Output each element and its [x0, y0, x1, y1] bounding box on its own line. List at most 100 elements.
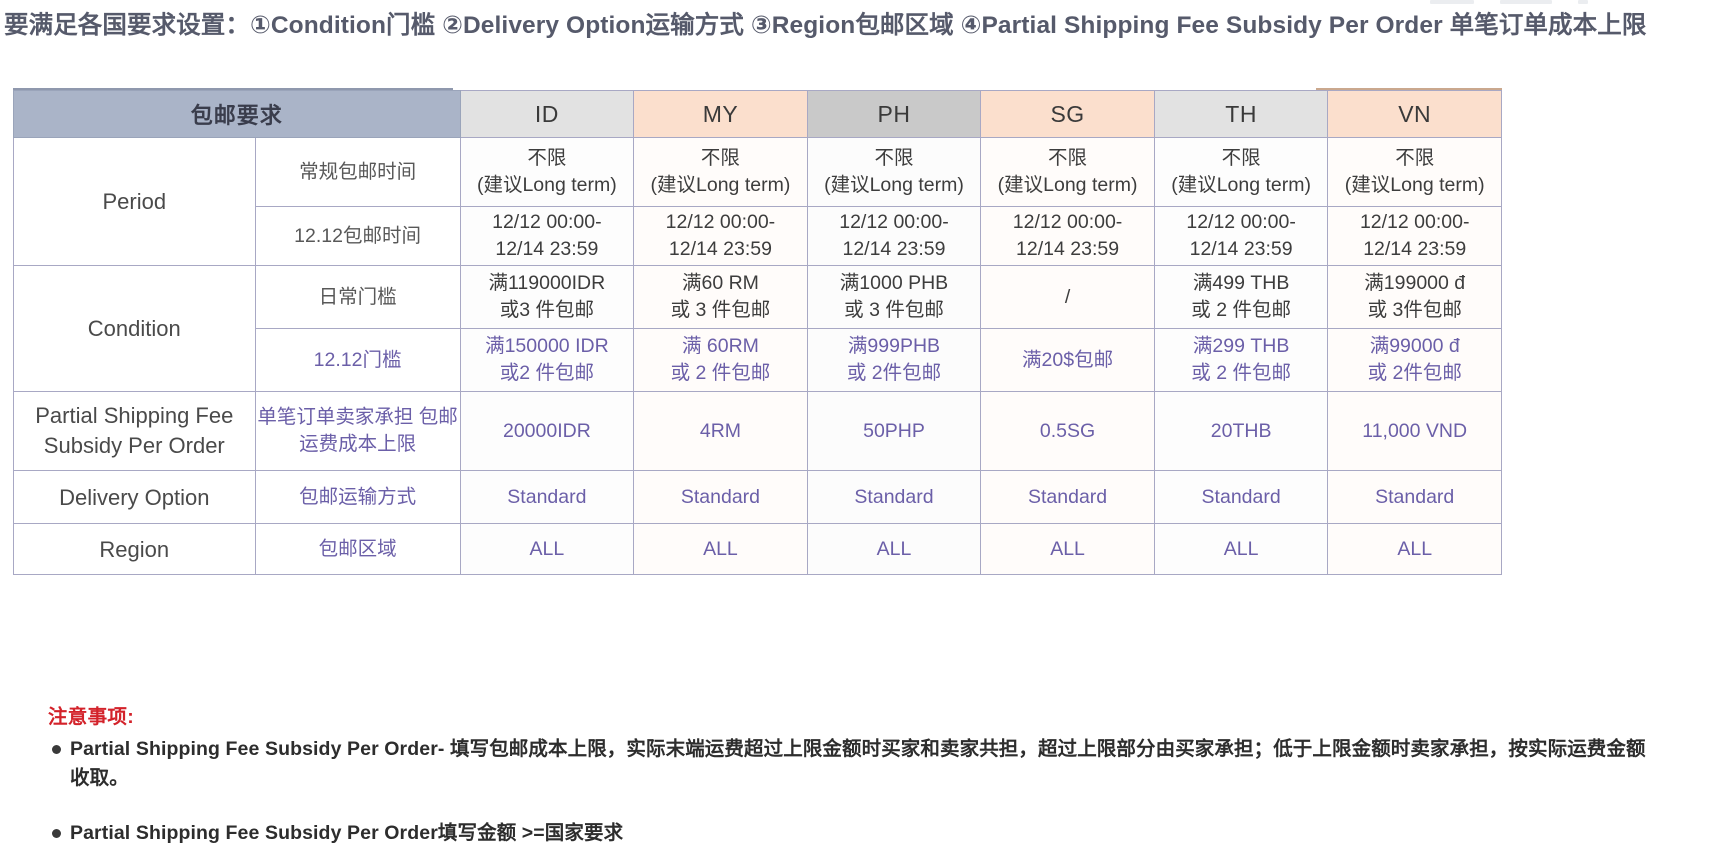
table-row: Region 包邮区域 ALL ALL ALL ALL ALL ALL — [13, 523, 1502, 575]
cell-line: (建议Long term) — [824, 174, 964, 196]
cell-line: 或 2件包邮 — [1367, 362, 1462, 384]
cell-line: ALL — [876, 537, 912, 560]
cell-my: 不限 (建议Long term) — [633, 137, 808, 207]
cell-line: (建议Long term) — [1171, 174, 1312, 196]
row-sub-label: 单笔订单卖家承担 包邮运费成本上限 — [254, 391, 461, 471]
cell-line: 不限 — [1048, 147, 1088, 169]
cell-vn: Standard — [1327, 470, 1502, 524]
cell-line: 12/14 23:59 — [842, 238, 946, 260]
cell-line: 满199000 đ — [1364, 272, 1466, 294]
cell-th: Standard — [1153, 470, 1329, 524]
cell-line: Standard — [1375, 485, 1455, 508]
column-header-ph: PH — [806, 90, 982, 138]
cell-line: 或 3件包邮 — [1367, 299, 1462, 321]
cell-my: Standard — [633, 470, 808, 524]
cell-sg: ALL — [980, 523, 1155, 575]
cell-vn: 12/12 00:00- 12/14 23:59 — [1327, 206, 1502, 266]
cell-line: 0.5SG — [1039, 419, 1096, 442]
cell-line: 20000IDR — [502, 419, 591, 442]
cell-vn: 不限 (建议Long term) — [1327, 137, 1502, 207]
cell-line: 或 2 件包邮 — [670, 362, 771, 384]
cell-ph: ALL — [806, 523, 982, 575]
cell-line: 满999PHB — [847, 335, 941, 357]
cell-sg: / — [980, 265, 1155, 329]
cell-line: 不限 — [700, 147, 740, 169]
shipping-requirements-table-wrapper: 包邮要求 ID MY PH SG TH VN Period 常规包邮时间 不限 (建议Long te… — [13, 90, 1502, 575]
cell-line: 12/12 00:00- — [665, 211, 776, 233]
row-sub-label: 12.12门槛 — [254, 328, 461, 392]
cell-line: Standard — [507, 485, 587, 508]
cell-ph: 12/12 00:00- 12/14 23:59 — [806, 206, 982, 266]
cell-line: 满20$包邮 — [1022, 348, 1114, 371]
cell-my: 12/12 00:00- 12/14 23:59 — [633, 206, 808, 266]
cell-sg: 不限 (建议Long term) — [980, 137, 1155, 207]
shipping-requirements-table: 包邮要求 ID MY PH SG TH VN Period 常规包邮时间 不限 (建议Long te… — [13, 90, 1502, 575]
cell-line: 11,000 VND — [1362, 419, 1468, 442]
cell-my: 4RM — [633, 391, 808, 471]
cell-sg: Standard — [980, 470, 1155, 524]
cell-line: 满 60RM — [681, 335, 759, 357]
cell-line: 不限 — [527, 147, 567, 169]
cell-line: 满60 RM — [681, 272, 759, 294]
cell-line: 或3 件包邮 — [499, 299, 594, 321]
cell-line: 或 2件包邮 — [846, 362, 942, 384]
cell-ph: 满999PHB 或 2件包邮 — [806, 328, 982, 392]
cell-sg: 0.5SG — [980, 391, 1155, 471]
cell-line: ALL — [1223, 537, 1259, 560]
column-header-id: ID — [459, 90, 635, 138]
cell-line: 12/14 23:59 — [1363, 238, 1467, 260]
cell-my: 满60 RM 或 3 件包邮 — [633, 265, 808, 329]
cell-line: 12/12 00:00- — [1359, 211, 1470, 233]
notes-section: 注意事项: Partial Shipping Fee Subsidy Per O… — [48, 700, 1648, 848]
column-header-vn: VN — [1327, 90, 1502, 138]
notes-title: 注意事项: — [48, 706, 134, 728]
table-row: Delivery Option 包邮运输方式 Standard Standard Sta… — [13, 470, 1502, 524]
cell-line: 满119000IDR — [488, 272, 606, 294]
cell-th: 20THB — [1153, 391, 1329, 471]
cell-id: Standard — [459, 470, 635, 524]
row-sub-label: 包邮区域 — [254, 523, 461, 575]
row-sub-label: 12.12包邮时间 — [254, 206, 461, 266]
artifact-bar-1 — [1430, 0, 1474, 4]
bullet-icon — [52, 829, 61, 838]
note-text: Partial Shipping Fee Subsidy Per Order- … — [70, 738, 1646, 789]
cell-line: / — [1064, 285, 1071, 308]
cell-sg: 12/12 00:00- 12/14 23:59 — [980, 206, 1155, 266]
table-corner-header: 包邮要求 — [13, 90, 461, 138]
cell-ph: 不限 (建议Long term) — [806, 137, 982, 207]
cell-id: 12/12 00:00- 12/14 23:59 — [459, 206, 635, 266]
table-header-row: 包邮要求 ID MY PH SG TH VN — [13, 90, 1502, 138]
cell-th: 12/12 00:00- 12/14 23:59 — [1153, 206, 1329, 266]
cell-line: 不限 — [1395, 147, 1435, 169]
cell-line: 12/14 23:59 — [1016, 238, 1120, 260]
cell-line: (建议Long term) — [997, 174, 1138, 196]
row-group-label: Region — [13, 523, 256, 575]
cell-ph: Standard — [806, 470, 982, 524]
cell-vn: 11,000 VND — [1327, 391, 1502, 471]
cell-line: 或 2 件包邮 — [1191, 299, 1291, 321]
cell-line: Standard — [1201, 485, 1281, 508]
row-group-label: Delivery Option — [13, 470, 256, 524]
cell-line: ALL — [1397, 537, 1433, 560]
cell-th: ALL — [1153, 523, 1329, 575]
cell-line: Standard — [680, 485, 761, 508]
cell-line: (建议Long term) — [1344, 174, 1485, 196]
cell-line: 12/14 23:59 — [495, 238, 599, 260]
cell-id: 满150000 IDR 或2 件包邮 — [459, 328, 635, 392]
cell-line: 12/12 00:00- — [1186, 211, 1296, 233]
column-header-th: TH — [1153, 90, 1329, 138]
cell-id: 不限 (建议Long term) — [459, 137, 635, 207]
page-title: 要满足各国要求设置：①Condition门槛 ②Delivery Option运… — [4, 12, 1647, 39]
cell-id: 20000IDR — [459, 391, 635, 471]
cell-th: 满299 THB 或 2 件包邮 — [1153, 328, 1329, 392]
cell-line: 4RM — [699, 419, 742, 442]
artifact-bar-2 — [1500, 0, 1552, 4]
cell-my: 满 60RM 或 2 件包邮 — [633, 328, 808, 392]
table-row: Partial Shipping Fee Subsidy Per Order 单笔… — [13, 391, 1502, 471]
cell-vn: ALL — [1327, 523, 1502, 575]
cell-line: Standard — [854, 485, 934, 508]
cell-line: 50PHP — [863, 419, 925, 442]
cell-line: 12/12 00:00- — [492, 211, 602, 233]
cell-line: 或 3 件包邮 — [670, 299, 771, 321]
artifact-bar-3 — [1578, 0, 1588, 4]
